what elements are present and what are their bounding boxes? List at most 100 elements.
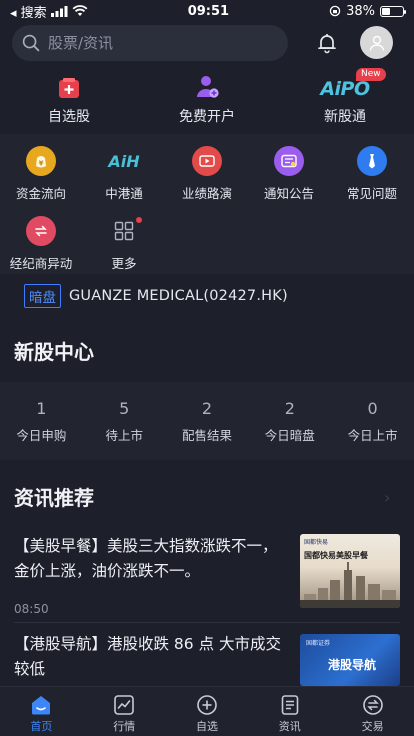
tab-market[interactable]: 行情 bbox=[83, 687, 166, 736]
aih-icon: AiH bbox=[108, 151, 140, 171]
signal-icon bbox=[50, 5, 68, 17]
tab-news[interactable]: 资讯 bbox=[248, 687, 331, 736]
city-skyline-icon bbox=[300, 562, 400, 608]
ipo-stat-label: 配售结果 bbox=[181, 428, 232, 443]
thumb-title: 国都快易美股早餐 bbox=[304, 551, 368, 560]
fund-flow-label: 资金流向 bbox=[15, 186, 66, 201]
tab-trade-label: 交易 bbox=[361, 720, 384, 733]
top-quick-actions: 自选股 免费开户 New AiPO 新股通 bbox=[0, 68, 414, 132]
aih-icon-wrap: AiH bbox=[108, 146, 140, 176]
earnings-roadshow-item[interactable]: 业绩路演 bbox=[166, 146, 248, 202]
open-account-label: 免费开户 bbox=[179, 109, 235, 125]
ipo-stat-value: 1 bbox=[36, 399, 47, 418]
status-bar: ◂ 搜索 09:51 38% bbox=[0, 0, 414, 22]
rotation-lock-icon bbox=[329, 5, 341, 17]
notice-icon bbox=[274, 146, 304, 176]
open-account-button[interactable]: 免费开户 bbox=[138, 70, 276, 132]
faq-label: 常见问题 bbox=[346, 186, 397, 201]
news-title: 【美股早餐】美股三大指数涨跌不一，金价上涨，油价涨跌不一。 bbox=[14, 537, 278, 580]
add-watch-icon bbox=[197, 695, 217, 715]
ipo-stat-allotment-results[interactable]: 2 配售结果 bbox=[166, 382, 249, 460]
market-chart-icon bbox=[114, 695, 134, 715]
aipo-icon: AiPO bbox=[320, 78, 370, 100]
news-time: 08:50 bbox=[14, 602, 49, 616]
tab-news-label: 资讯 bbox=[278, 720, 301, 733]
news-item[interactable]: 【美股早餐】美股三大指数涨跌不一，金价上涨，油价涨跌不一。 08:50 国都快易… bbox=[14, 534, 400, 616]
ipo-stat-listing-today[interactable]: 0 今日上市 bbox=[331, 382, 414, 460]
china-hk-connect-label: 中港通 bbox=[105, 186, 143, 201]
user-icon bbox=[369, 35, 384, 51]
news-thumbnail: 国都证券 港股导航 bbox=[300, 634, 400, 686]
ipo-stat-pending-listing[interactable]: 5 待上市 bbox=[83, 382, 166, 460]
broker-icon bbox=[26, 216, 56, 246]
bell-icon bbox=[318, 34, 336, 54]
tab-watchlist-label: 自选 bbox=[195, 720, 218, 733]
search-input[interactable] bbox=[48, 34, 248, 52]
watchlist-button[interactable]: 自选股 bbox=[0, 70, 138, 132]
dark-pool-tag: 暗盘 bbox=[24, 284, 61, 308]
ipo-center-title: 新股中心 bbox=[14, 340, 94, 364]
watchlist-icon bbox=[59, 78, 79, 98]
search-icon bbox=[22, 34, 40, 52]
watchlist-label: 自选股 bbox=[48, 109, 90, 125]
faq-icon bbox=[357, 146, 387, 176]
wifi-icon bbox=[72, 5, 88, 16]
news-divider bbox=[14, 622, 400, 623]
thumb-title: 港股导航 bbox=[328, 658, 377, 672]
feature-grid: ¥ 资金流向 AiH 中港通 业绩路演 通知公告 常见问题 经纪商异动 更多 bbox=[0, 134, 414, 274]
ipo-stat-value: 5 bbox=[119, 399, 130, 418]
tab-market-label: 行情 bbox=[113, 720, 136, 733]
chevron-right-icon[interactable]: › bbox=[384, 488, 390, 507]
new-badge: New bbox=[356, 68, 386, 81]
tab-trade[interactable]: 交易 bbox=[331, 687, 414, 736]
china-hk-connect-item[interactable]: AiH 中港通 bbox=[83, 146, 165, 202]
broker-movement-label: 经纪商异动 bbox=[9, 256, 73, 271]
dark-pool-ticker[interactable]: 暗盘 GUANZE MEDICAL(02427.HK) bbox=[24, 284, 288, 308]
notification-button[interactable] bbox=[316, 32, 338, 58]
svg-text:¥: ¥ bbox=[39, 160, 44, 168]
announcements-item[interactable]: 通知公告 bbox=[248, 146, 330, 202]
thumb-brand: 国都证券 bbox=[306, 640, 331, 647]
battery-icon bbox=[380, 5, 406, 17]
earnings-roadshow-label: 业绩路演 bbox=[181, 186, 232, 201]
trade-icon bbox=[362, 695, 383, 715]
thumb-brand: 国都快易 bbox=[304, 539, 329, 546]
tab-watchlist[interactable]: 自选 bbox=[166, 687, 249, 736]
unread-dot bbox=[136, 217, 142, 223]
ipo-stat-label: 今日上市 bbox=[347, 428, 398, 443]
new-ipo-label: 新股通 bbox=[324, 109, 366, 125]
search-row bbox=[12, 24, 402, 62]
more-label: 更多 bbox=[111, 256, 137, 271]
ipo-stat-label: 待上市 bbox=[105, 428, 143, 443]
more-item[interactable]: 更多 bbox=[83, 216, 165, 272]
ipo-stat-value: 2 bbox=[201, 399, 213, 418]
ipo-stats-card: 1 今日申购 5 待上市 2 配售结果 2 今日暗盘 0 今日上市 bbox=[0, 382, 414, 460]
ipo-stat-value: 2 bbox=[284, 399, 295, 418]
fund-flow-item[interactable]: ¥ 资金流向 bbox=[0, 146, 82, 202]
faq-item[interactable]: 常见问题 bbox=[331, 146, 413, 202]
ipo-stat-subscribe-today[interactable]: 1 今日申购 bbox=[0, 382, 83, 460]
news-title: 【港股导航】港股收跌 86 点 大市成交较低 bbox=[14, 635, 282, 678]
search-bar[interactable] bbox=[12, 25, 288, 61]
news-thumbnail: 国都快易 国都快易美股早餐 bbox=[300, 534, 400, 608]
tab-home[interactable]: 首页 bbox=[0, 687, 83, 736]
ipo-stat-dark-pool-today[interactable]: 2 今日暗盘 bbox=[248, 382, 331, 460]
back-to-search-link[interactable]: ◂ 搜索 bbox=[10, 2, 47, 21]
clock: 09:51 bbox=[187, 3, 230, 19]
new-ipo-button[interactable]: New AiPO 新股通 bbox=[276, 68, 414, 132]
dark-pool-stock: GUANZE MEDICAL(02427.HK) bbox=[69, 288, 288, 304]
news-item[interactable]: 【港股导航】港股收跌 86 点 大市成交较低 国都证券 港股导航 bbox=[14, 632, 400, 688]
announcements-label: 通知公告 bbox=[263, 186, 314, 201]
ipo-stat-label: 今日暗盘 bbox=[264, 428, 315, 443]
home-icon bbox=[32, 696, 51, 715]
battery-percent: 38% bbox=[346, 3, 375, 19]
broker-movement-item[interactable]: 经纪商异动 bbox=[0, 216, 82, 272]
ipo-stat-label: 今日申购 bbox=[16, 428, 67, 443]
news-section-title: 资讯推荐 bbox=[14, 486, 94, 510]
video-icon bbox=[192, 146, 222, 176]
news-doc-icon bbox=[281, 695, 299, 715]
open-account-icon bbox=[197, 76, 219, 98]
money-bag-icon: ¥ bbox=[26, 146, 56, 176]
avatar[interactable] bbox=[360, 26, 393, 59]
more-grid-icon bbox=[109, 216, 142, 246]
